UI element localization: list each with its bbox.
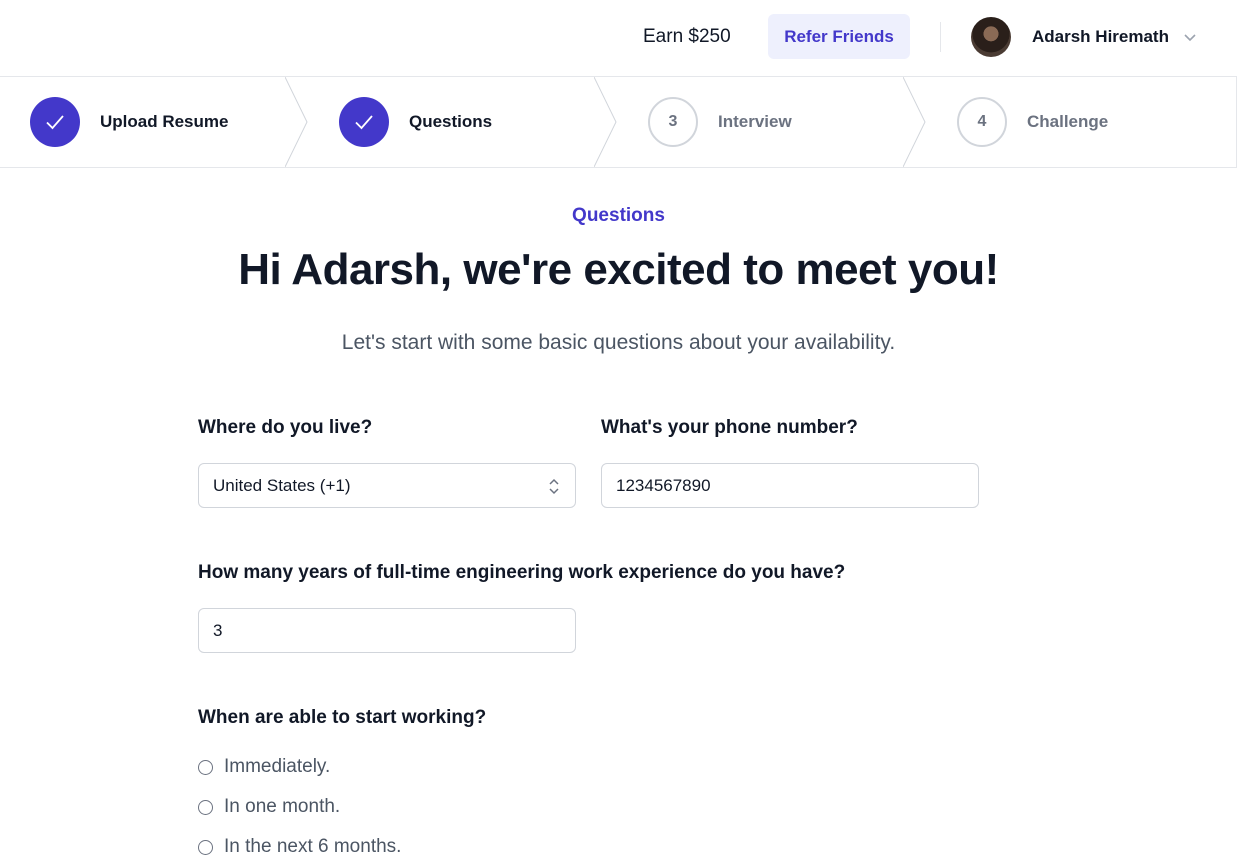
select-arrows-icon	[549, 478, 559, 495]
step-challenge[interactable]: 4 Challenge	[957, 77, 1108, 167]
section-eyebrow: Questions	[572, 205, 665, 226]
step-label: Challenge	[1027, 112, 1109, 131]
chevron-down-icon[interactable]	[1183, 30, 1197, 44]
step-separator-chevron	[594, 77, 617, 167]
step-complete-indicator	[339, 97, 389, 147]
page-subtitle: Let's start with some basic questions ab…	[341, 331, 896, 354]
avatar[interactable]	[971, 17, 1011, 57]
step-complete-indicator	[30, 97, 80, 147]
start-option-one-month[interactable]: In one month.	[198, 796, 340, 818]
refer-friends-button[interactable]: Refer Friends	[768, 14, 910, 59]
step-label: Questions	[409, 112, 493, 131]
location-label: Where do you live?	[198, 417, 373, 438]
phone-field-wrapper	[601, 463, 979, 508]
start-label: When are able to start working?	[198, 707, 487, 728]
experience-field-wrapper	[198, 608, 576, 653]
step-separator-chevron	[285, 77, 308, 167]
start-option-six-months[interactable]: In the next 6 months.	[198, 836, 401, 858]
step-number: 3	[648, 97, 698, 147]
step-interview[interactable]: 3 Interview	[648, 77, 792, 167]
top-header: Earn $250 Refer Friends Adarsh Hiremath	[0, 0, 1237, 77]
radio-label: Immediately.	[224, 756, 331, 777]
step-upload-resume[interactable]: Upload Resume	[30, 77, 228, 167]
step-separator-chevron	[903, 77, 926, 167]
experience-label: How many years of full-time engineering …	[198, 562, 846, 583]
checkmark-icon	[355, 115, 373, 130]
location-select[interactable]: United States (+1)	[198, 463, 576, 508]
step-label: Upload Resume	[100, 112, 229, 131]
phone-label: What's your phone number?	[601, 417, 858, 438]
radio-label: In the next 6 months.	[224, 836, 402, 857]
start-option-immediately[interactable]: Immediately.	[198, 756, 330, 778]
header-divider	[940, 22, 941, 52]
phone-input[interactable]	[616, 475, 964, 496]
step-questions[interactable]: Questions	[339, 77, 492, 167]
user-name: Adarsh Hiremath	[1032, 27, 1169, 46]
location-selected-value: United States (+1)	[213, 475, 351, 495]
radio-label: In one month.	[224, 796, 341, 817]
step-label: Interview	[718, 112, 792, 131]
radio-button[interactable]	[198, 839, 213, 855]
progress-stepper: Upload Resume Questions 3 Interview 4 Ch…	[0, 77, 1237, 168]
step-number: 4	[957, 97, 1007, 147]
experience-input[interactable]	[213, 620, 561, 641]
page-title: Hi Adarsh, we're excited to meet you!	[238, 245, 999, 294]
radio-button[interactable]	[198, 759, 213, 775]
earn-text: Earn $250	[643, 26, 731, 47]
checkmark-icon	[46, 115, 64, 130]
radio-button[interactable]	[198, 799, 213, 815]
user-menu[interactable]: Adarsh Hiremath	[971, 17, 1197, 57]
